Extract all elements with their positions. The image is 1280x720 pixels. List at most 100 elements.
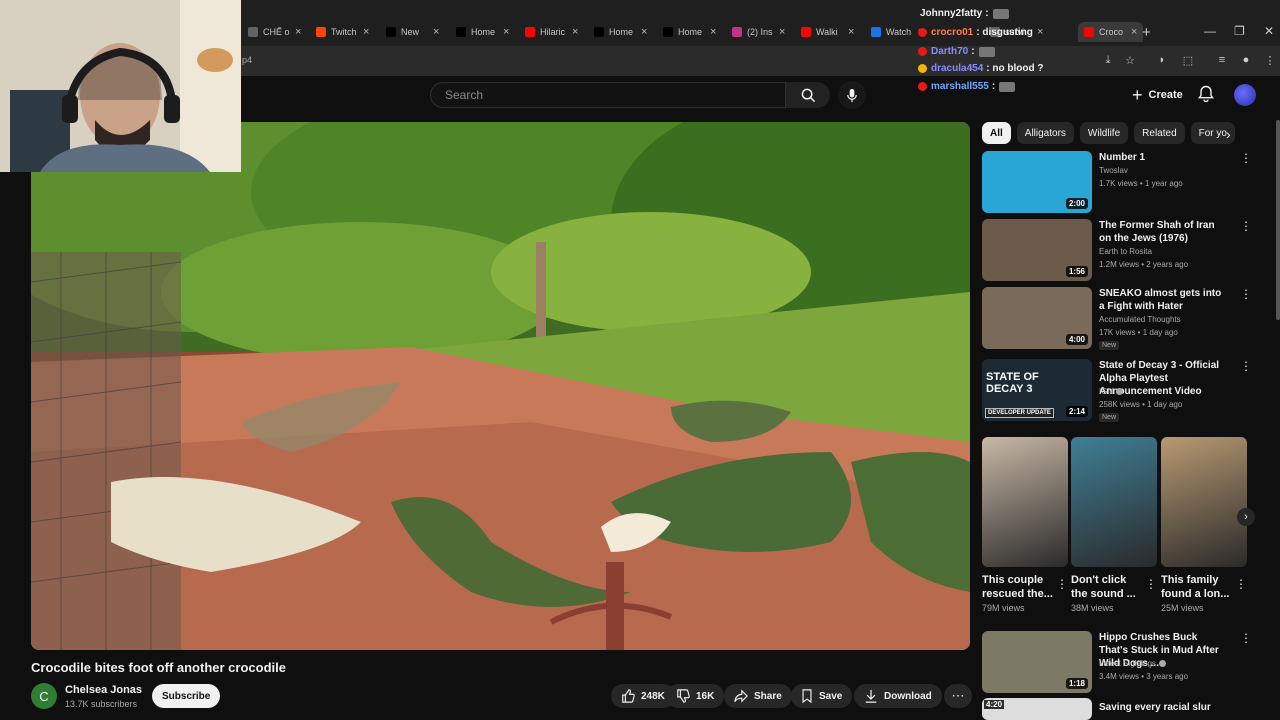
recommended-video-title[interactable]: The Former Shah of Iran on the Jews (197…	[1099, 219, 1229, 245]
webcam-image	[0, 0, 241, 172]
more-vertical-icon[interactable]: ⋮	[1240, 359, 1252, 373]
browser-tab[interactable]: Walki ×	[801, 22, 854, 42]
recommended-video[interactable]: 1:56 The Former Shah of Iran on the Jews …	[982, 219, 1252, 287]
close-window-icon[interactable]: ✕	[1264, 24, 1274, 38]
video-thumbnail[interactable]: STATE OF DECAY 3 DEVELOPER UPDATE 2:14	[982, 359, 1092, 421]
close-tab-icon[interactable]: ×	[779, 26, 785, 38]
close-tab-icon[interactable]: ×	[572, 26, 578, 38]
short-title[interactable]: This couple rescued the...	[982, 573, 1054, 601]
dislike-count: 16K	[696, 690, 715, 702]
recommended-video-meta: 1.7K views • 1 year ago	[1099, 179, 1183, 188]
browser-tab[interactable]: Hilaric ×	[525, 22, 578, 42]
browser-tab[interactable]: New ×	[386, 22, 439, 42]
browser-tab[interactable]: CHẾ o ×	[248, 22, 301, 42]
video-player[interactable]	[31, 122, 970, 650]
short-video[interactable]: This couple rescued the... 79M views ⋮	[982, 437, 1068, 613]
short-thumbnail[interactable]	[982, 437, 1068, 567]
recommended-channel-row[interactable]: Latest Sightings	[1099, 659, 1166, 668]
short-title[interactable]: This family found a lon...	[1161, 573, 1233, 601]
verified-badge-icon	[1158, 660, 1166, 668]
chevron-right-icon[interactable]: ›	[1226, 126, 1231, 142]
search-icon	[801, 88, 815, 102]
recommended-video-meta: 3.4M views • 3 years ago	[1099, 672, 1189, 681]
video-thumbnail[interactable]: 4:20	[982, 698, 1092, 720]
page-scrollbar[interactable]	[1276, 120, 1280, 320]
browser-tab[interactable]: Home ×	[594, 22, 647, 42]
dislike-button[interactable]: 16K	[666, 684, 725, 708]
browser-tab[interactable]: Watch×	[871, 22, 924, 42]
menu-icon[interactable]: ⋮	[1262, 52, 1278, 68]
short-video[interactable]: Don't click the sound ... 38M views ⋮	[1071, 437, 1157, 613]
short-title[interactable]: Don't click the sound ...	[1071, 573, 1143, 601]
filter-chip[interactable]: All	[982, 122, 1011, 144]
browser-tab[interactable]: Home ×	[456, 22, 509, 42]
video-thumbnail[interactable]: 1:18	[982, 631, 1092, 693]
recommended-video-title[interactable]: Saving every racial slur	[1099, 701, 1229, 714]
recommended-video[interactable]: 4:00 SNEAKO almost gets into a Fight with…	[982, 287, 1252, 355]
recommended-channel-row[interactable]: Twoslav	[1099, 166, 1128, 175]
recommended-video[interactable]: STATE OF DECAY 3 DEVELOPER UPDATE 2:14 Stat…	[982, 359, 1252, 427]
save-button[interactable]: Save	[791, 684, 853, 708]
filter-chip[interactable]: Wildlife	[1079, 122, 1129, 144]
more-vertical-icon[interactable]: ⋮	[1240, 219, 1252, 233]
reddit-icon	[316, 27, 326, 37]
filter-chip[interactable]: Related	[1134, 122, 1185, 144]
channel-avatar[interactable]: C	[31, 683, 57, 709]
stream-chat-overlay: Johnny2fatty: crocro01: disgusting Darth70…	[918, 0, 1258, 98]
recommended-video-title[interactable]: SNEAKO almost gets into a Fight with Hat…	[1099, 287, 1229, 313]
more-vertical-icon[interactable]: ⋮	[1240, 151, 1252, 165]
x-icon	[456, 27, 466, 37]
recommended-channel-row[interactable]: Accumulated Thoughts	[1099, 315, 1181, 324]
chat-message: Darth70:	[918, 46, 995, 57]
filter-chip[interactable]: Alligators	[1016, 122, 1074, 144]
more-vertical-icon[interactable]: ⋮	[1145, 577, 1157, 591]
more-vertical-icon[interactable]: ⋮	[1240, 287, 1252, 301]
recommended-video[interactable]: 2:00 Number 1 Twoslav 1.7K views • 1 year a…	[982, 151, 1252, 219]
subscribe-button[interactable]: Subscribe	[152, 684, 221, 708]
video-thumbnail[interactable]: 4:00	[982, 287, 1092, 349]
short-thumbnail[interactable]	[1161, 437, 1247, 567]
more-vertical-icon[interactable]: ⋮	[1235, 577, 1247, 591]
video-duration: 2:14	[1065, 406, 1088, 417]
more-actions-button[interactable]: ⋯	[944, 684, 972, 708]
chat-text: : disgusting	[976, 27, 1033, 38]
download-button[interactable]: Download	[854, 684, 942, 708]
close-tab-icon[interactable]: ×	[295, 26, 301, 38]
close-tab-icon[interactable]: ×	[363, 26, 369, 38]
search-button[interactable]	[786, 82, 830, 108]
browser-tab[interactable]: (2) Ins ×	[732, 22, 785, 42]
recommended-channel-row[interactable]: IGN	[1099, 387, 1124, 396]
recommended-video[interactable]: 1:18 Hippo Crushes Buck That's Stuck in M…	[982, 631, 1252, 699]
close-tab-icon[interactable]: ×	[710, 26, 716, 38]
short-thumbnail[interactable]	[1071, 437, 1157, 567]
video-duration: 2:00	[1065, 198, 1088, 209]
more-vertical-icon[interactable]: ⋮	[1240, 631, 1252, 645]
browser-tab[interactable]: Home ×	[663, 22, 716, 42]
close-tab-icon[interactable]: ×	[503, 26, 509, 38]
recommended-video-title[interactable]: Number 1	[1099, 151, 1229, 164]
close-tab-icon[interactable]: ×	[433, 26, 439, 38]
more-vertical-icon[interactable]: ⋮	[1056, 577, 1068, 591]
share-button[interactable]: Share	[724, 684, 792, 708]
youtube-icon	[525, 27, 535, 37]
recommended-channel-name: Earth to Rosita	[1099, 247, 1152, 256]
video-thumbnail[interactable]: 2:00	[982, 151, 1092, 213]
tab-label: Twitch	[331, 27, 357, 37]
share-icon	[734, 689, 748, 703]
channel-name[interactable]: Chelsea Jonas	[65, 684, 142, 696]
browser-tab[interactable]: Twitch ×	[316, 22, 369, 42]
recommended-channel-row[interactable]: Earth to Rosita	[1099, 247, 1152, 256]
video-duration: 4:00	[1065, 334, 1088, 345]
video-thumbnail[interactable]: 1:56	[982, 219, 1092, 281]
search-input[interactable]: Search	[430, 82, 786, 108]
short-views: 25M views	[1161, 603, 1204, 613]
close-tab-icon[interactable]: ×	[641, 26, 647, 38]
shorts-next-button[interactable]: ›	[1237, 508, 1255, 526]
voice-search-button[interactable]	[838, 81, 866, 109]
youtube-icon	[801, 27, 811, 37]
new-badge: New	[1099, 341, 1120, 350]
recommended-video[interactable]: 4:20 Saving every racial slur	[982, 698, 1252, 720]
chat-text: : no blood ?	[986, 63, 1044, 74]
short-video[interactable]: This family found a lon... 25M views ⋮	[1161, 437, 1247, 613]
close-tab-icon[interactable]: ×	[848, 26, 854, 38]
